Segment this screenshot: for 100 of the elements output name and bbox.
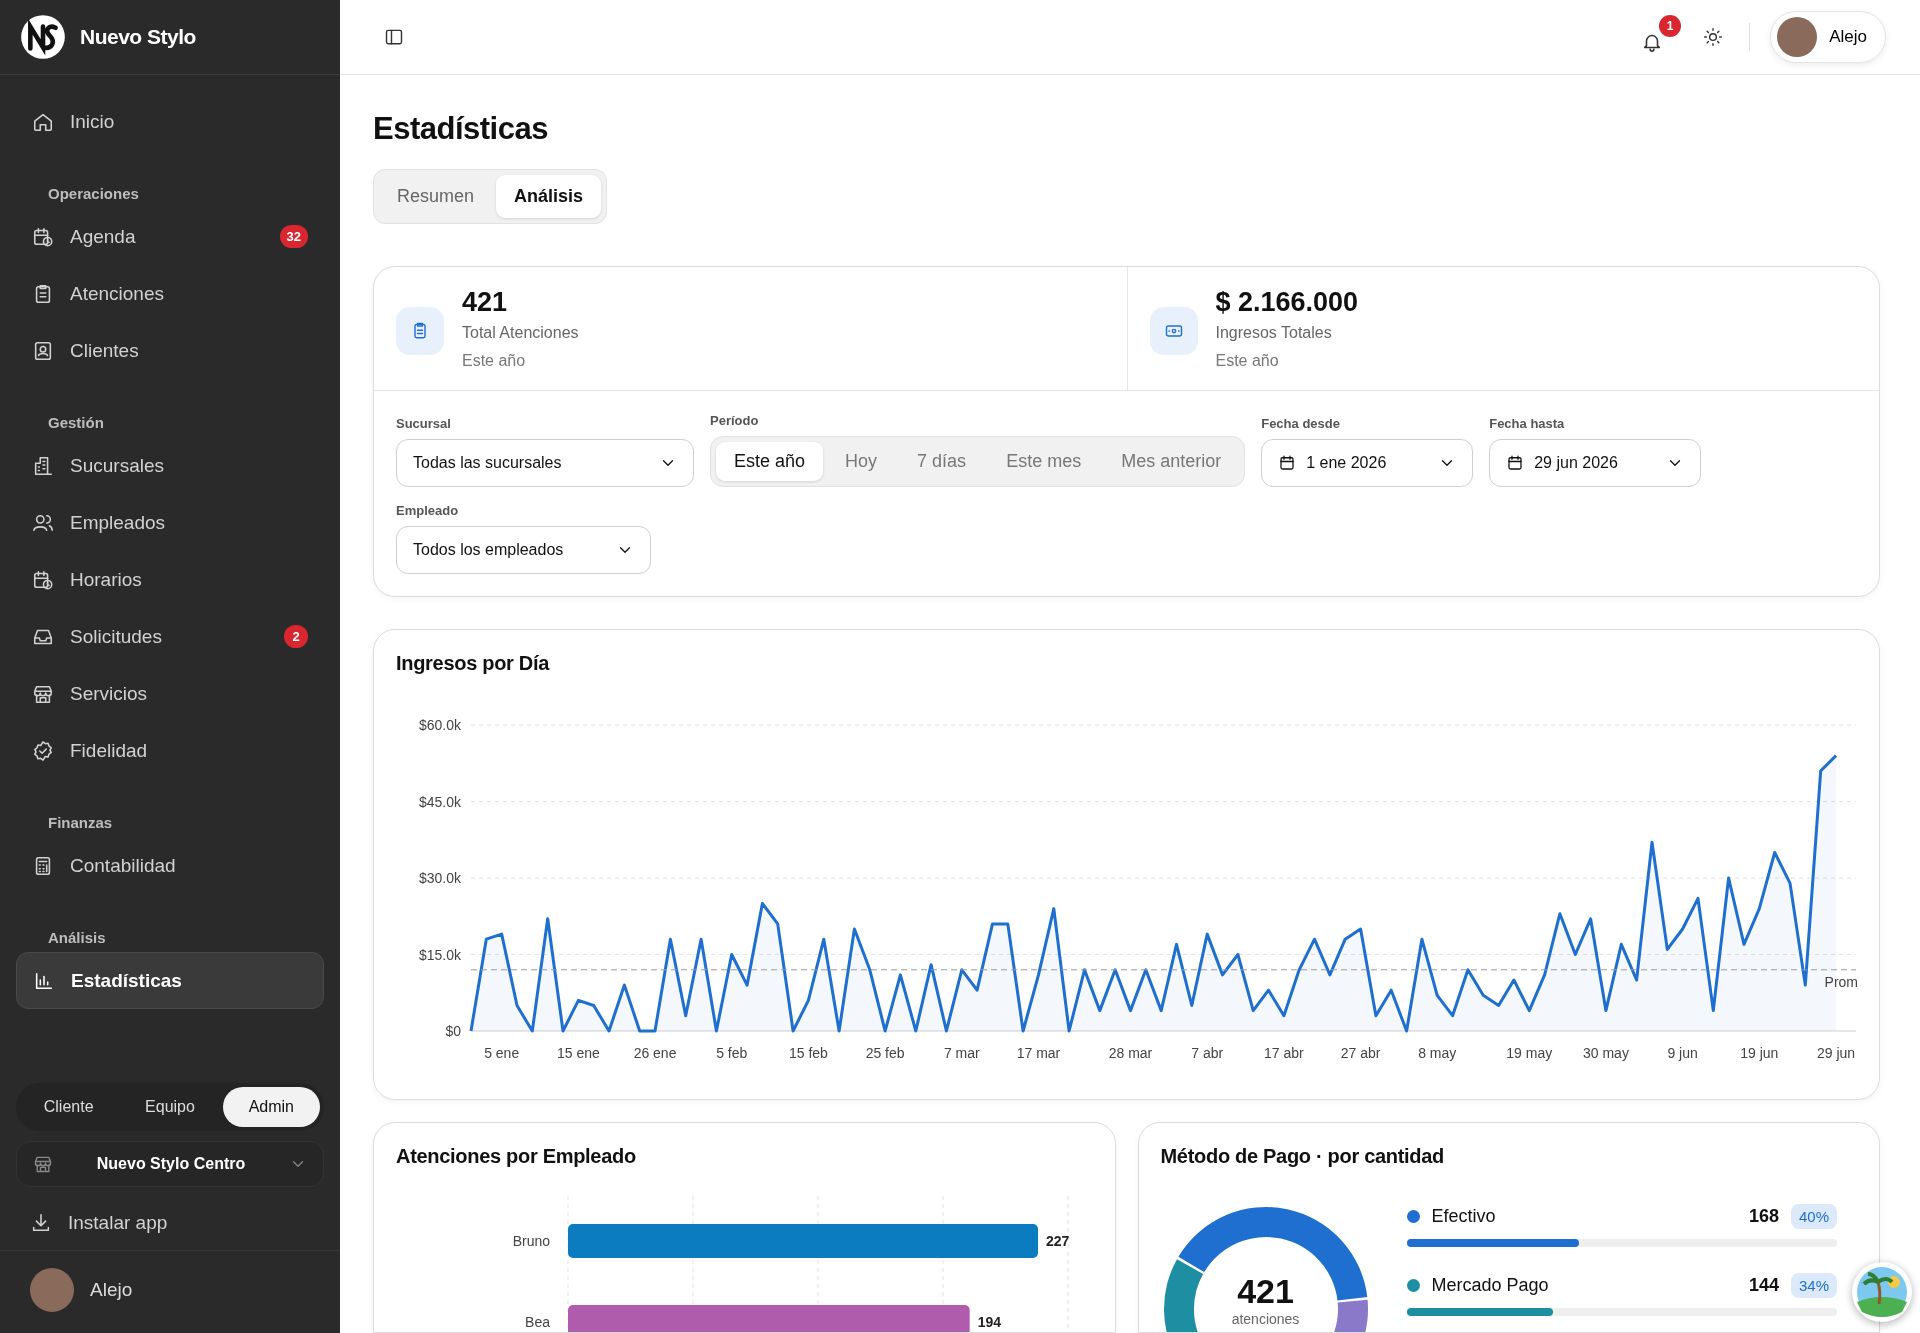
axis-label: 9 jun xyxy=(1667,1045,1698,1061)
role-tab[interactable]: Equipo xyxy=(121,1087,219,1127)
axis-label: 29 jun xyxy=(1816,1045,1856,1061)
section-heading: Operaciones xyxy=(47,184,140,204)
nav-item[interactable]: Solicitudes 2 xyxy=(16,608,324,665)
calendar-icon xyxy=(1506,454,1525,472)
nav-item[interactable]: Inicio xyxy=(16,93,324,150)
avatar xyxy=(30,1268,74,1312)
axis-label: $30.0k xyxy=(418,870,461,886)
period-option[interactable]: 7 días xyxy=(899,442,985,481)
date-picker[interactable]: 1 ene 2026 xyxy=(1261,439,1474,487)
nav-item[interactable]: Sucursales xyxy=(16,437,324,494)
average-label: Prom xyxy=(1824,973,1858,990)
bar-label: Bruno xyxy=(512,1233,550,1249)
nav-item[interactable]: Contabilidad xyxy=(16,837,324,894)
stat-label: Total Atenciones xyxy=(462,324,579,342)
axis-label: 15 feb xyxy=(788,1045,828,1061)
axis-label: 19 may xyxy=(1506,1045,1553,1061)
period-option[interactable]: Mes anterior xyxy=(1103,442,1240,481)
stat-label: Ingresos Totales xyxy=(1215,324,1333,342)
nav-item[interactable]: Empleados xyxy=(16,494,324,551)
axis-label: 7 mar xyxy=(943,1045,980,1061)
axis-label: 15 ene xyxy=(556,1045,600,1061)
select-field[interactable]: Todas las sucursales xyxy=(396,439,694,487)
axis-label: 5 ene xyxy=(484,1045,520,1061)
nav-item[interactable]: Atenciones xyxy=(16,265,324,322)
user-menu[interactable]: Alejo xyxy=(0,1259,340,1321)
nav-item[interactable]: Agenda 32 xyxy=(16,208,324,265)
bar-value: 194 xyxy=(977,1314,1002,1330)
branch-selector[interactable]: Nuevo Stylo Centro xyxy=(16,1141,324,1187)
field-label: Empleado xyxy=(396,503,460,518)
section-heading: Finanzas xyxy=(47,813,114,833)
section-heading: Gestión xyxy=(47,413,105,433)
count-badge: 2 xyxy=(284,625,308,648)
axis-label: $0 xyxy=(445,1023,461,1039)
axis-label: 30 may xyxy=(1583,1045,1629,1061)
logo-icon xyxy=(20,14,66,60)
axis-label: 8 may xyxy=(1418,1045,1457,1061)
axis-label: 17 abr xyxy=(1264,1045,1304,1061)
role-tab[interactable]: Admin xyxy=(222,1087,320,1127)
axis-label: 19 jun xyxy=(1740,1045,1779,1061)
building-icon xyxy=(32,454,54,477)
section-heading: Análisis xyxy=(47,928,107,948)
user-menu-button[interactable]: Alejo xyxy=(1770,11,1886,63)
axis-label: 27 abr xyxy=(1340,1045,1381,1061)
bar-value: 227 xyxy=(1046,1233,1070,1249)
stat-value: $ 2.166.000 xyxy=(1215,287,1359,318)
select-field[interactable]: Todos los empleados xyxy=(396,526,651,574)
axis-label: 25 feb xyxy=(865,1045,905,1061)
store-icon xyxy=(33,1154,53,1174)
sun-icon xyxy=(1703,27,1724,47)
contact-card-icon xyxy=(32,339,54,362)
download-icon xyxy=(30,1211,52,1234)
floating-beach-icon[interactable] xyxy=(1852,1262,1912,1322)
calendar-clock-icon xyxy=(32,225,54,248)
axis-label: 26 ene xyxy=(633,1045,677,1061)
sidebar-icon xyxy=(384,27,404,47)
percent-badge: 34% xyxy=(1790,1273,1837,1298)
nav-item[interactable]: Horarios xyxy=(16,551,324,608)
axis-label: $60.0k xyxy=(418,717,461,733)
axis-label: $45.0k xyxy=(418,793,461,810)
calendar-clock-icon xyxy=(32,568,54,591)
period-option[interactable]: Este mes xyxy=(988,442,1100,481)
bar-label: Bea xyxy=(525,1314,550,1330)
tab[interactable]: Análisis xyxy=(496,175,602,218)
date-picker[interactable]: 29 jun 2026 xyxy=(1489,439,1702,487)
stat-value: 421 xyxy=(462,287,509,318)
chart-title: Ingresos por Día xyxy=(396,652,551,675)
avatar xyxy=(1777,17,1818,57)
tab[interactable]: Resumen xyxy=(379,175,493,218)
page-title: Estadísticas xyxy=(373,111,549,147)
notification-badge: 1 xyxy=(1659,15,1682,37)
count-badge: 32 xyxy=(279,225,308,248)
nav-item[interactable]: Clientes xyxy=(16,322,324,379)
axis-label: $15.0k xyxy=(418,946,461,963)
axis-label: 7 abr xyxy=(1191,1045,1224,1061)
field-label: Fecha desde xyxy=(1261,416,1341,431)
donut-total: 421 xyxy=(1237,1272,1294,1311)
donut-caption: atenciones xyxy=(1231,1311,1300,1327)
brand-name: Nuevo Stylo xyxy=(80,25,196,49)
field-label: Fecha hasta xyxy=(1489,416,1566,431)
legend-label: Efectivo xyxy=(1431,1206,1497,1227)
calendar-icon xyxy=(1278,454,1297,472)
nav-item[interactable]: Fidelidad xyxy=(16,722,324,779)
chart-title: Atenciones por Empleado xyxy=(396,1145,637,1168)
field-label: Sucursal xyxy=(396,416,452,431)
period-option[interactable]: Hoy xyxy=(827,442,896,481)
period-option[interactable]: Este año xyxy=(716,442,824,481)
percent-badge: 40% xyxy=(1790,1204,1837,1229)
legend-label: Mercado Pago xyxy=(1431,1275,1550,1296)
legend-count: 144 xyxy=(1748,1275,1779,1296)
field-label: Período xyxy=(710,413,760,428)
check-badge-icon xyxy=(32,739,54,762)
nav-item[interactable]: Servicios xyxy=(16,665,324,722)
nav-item[interactable]: Estadísticas xyxy=(16,952,324,1009)
axis-label: 17 mar xyxy=(1016,1045,1061,1061)
legend-count: 168 xyxy=(1748,1206,1779,1227)
chart-title: Método de Pago · por cantidad xyxy=(1160,1145,1446,1168)
role-tab[interactable]: Cliente xyxy=(20,1087,118,1127)
axis-label: 5 feb xyxy=(716,1045,748,1061)
